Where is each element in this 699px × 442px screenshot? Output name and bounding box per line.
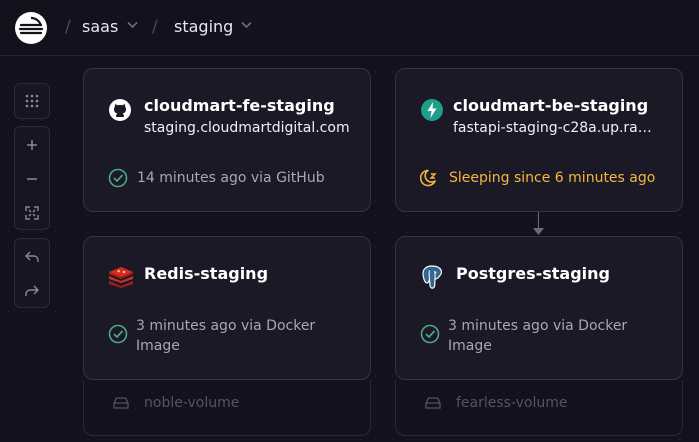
deploy-status: 3 minutes ago via Docker Image [136, 318, 316, 354]
zoom-in-button[interactable] [15, 128, 49, 162]
arrow-down-icon [533, 228, 544, 235]
railway-logo[interactable] [15, 12, 47, 44]
minus-icon [27, 178, 37, 180]
deploy-status: 14 minutes ago via GitHub [137, 170, 325, 186]
check-circle-icon [420, 324, 440, 344]
undo-button[interactable] [15, 240, 49, 274]
service-url[interactable]: fastapi-staging-c28a.up.rail... [453, 120, 653, 136]
volume-attachment[interactable]: fearless-volume [395, 380, 683, 436]
github-icon [109, 99, 131, 121]
redo-icon [25, 285, 39, 296]
volume-attachment[interactable]: noble-volume [83, 380, 371, 436]
history-group [14, 238, 50, 308]
breadcrumb-environment[interactable]: staging [174, 17, 233, 36]
volume-name: noble-volume [144, 395, 240, 411]
service-card-redis[interactable]: Redis-staging 3 minutes ago via Docker I… [83, 236, 371, 380]
zoom-group [14, 126, 50, 230]
top-bar: / saas / staging [0, 0, 699, 56]
grid-dots-icon [25, 94, 39, 108]
grid-toggle-group [14, 83, 50, 119]
breadcrumb-separator: / [65, 17, 71, 37]
undo-icon [25, 251, 39, 262]
service-card-backend[interactable]: cloudmart-be-staging fastapi-staging-c28… [395, 68, 683, 212]
service-name: cloudmart-be-staging [453, 96, 649, 115]
redo-button[interactable] [15, 274, 49, 308]
chevron-down-icon[interactable] [241, 21, 252, 29]
sleep-status: Sleeping since 6 minutes ago [449, 170, 656, 186]
breadcrumb-separator: / [152, 17, 158, 37]
deploy-status: 3 minutes ago via Docker Image [448, 318, 628, 354]
fit-view-button[interactable] [15, 196, 49, 230]
service-url[interactable]: staging.cloudmartdigital.com [144, 120, 359, 136]
sleeping-moon-icon [420, 169, 437, 187]
check-circle-icon [108, 324, 128, 344]
zoom-out-button[interactable] [15, 162, 49, 196]
breadcrumb-project[interactable]: saas [82, 17, 118, 36]
redis-icon [109, 267, 133, 288]
grid-button[interactable] [15, 84, 49, 118]
bolt-icon [421, 99, 443, 121]
service-card-postgres[interactable]: Postgres-staging 3 minutes ago via Docke… [395, 236, 683, 380]
service-name: Redis-staging [144, 264, 269, 283]
check-circle-icon [108, 168, 128, 188]
fit-screen-icon [25, 206, 39, 220]
service-card-frontend[interactable]: cloudmart-fe-staging staging.cloudmartdi… [83, 68, 371, 212]
hard-drive-icon [425, 397, 441, 409]
postgres-icon [422, 265, 443, 289]
hard-drive-icon [113, 397, 129, 409]
service-name: Postgres-staging [456, 264, 610, 283]
plus-icon [27, 140, 37, 150]
service-name: cloudmart-fe-staging [144, 96, 335, 115]
chevron-down-icon[interactable] [127, 21, 138, 29]
volume-name: fearless-volume [456, 395, 568, 411]
